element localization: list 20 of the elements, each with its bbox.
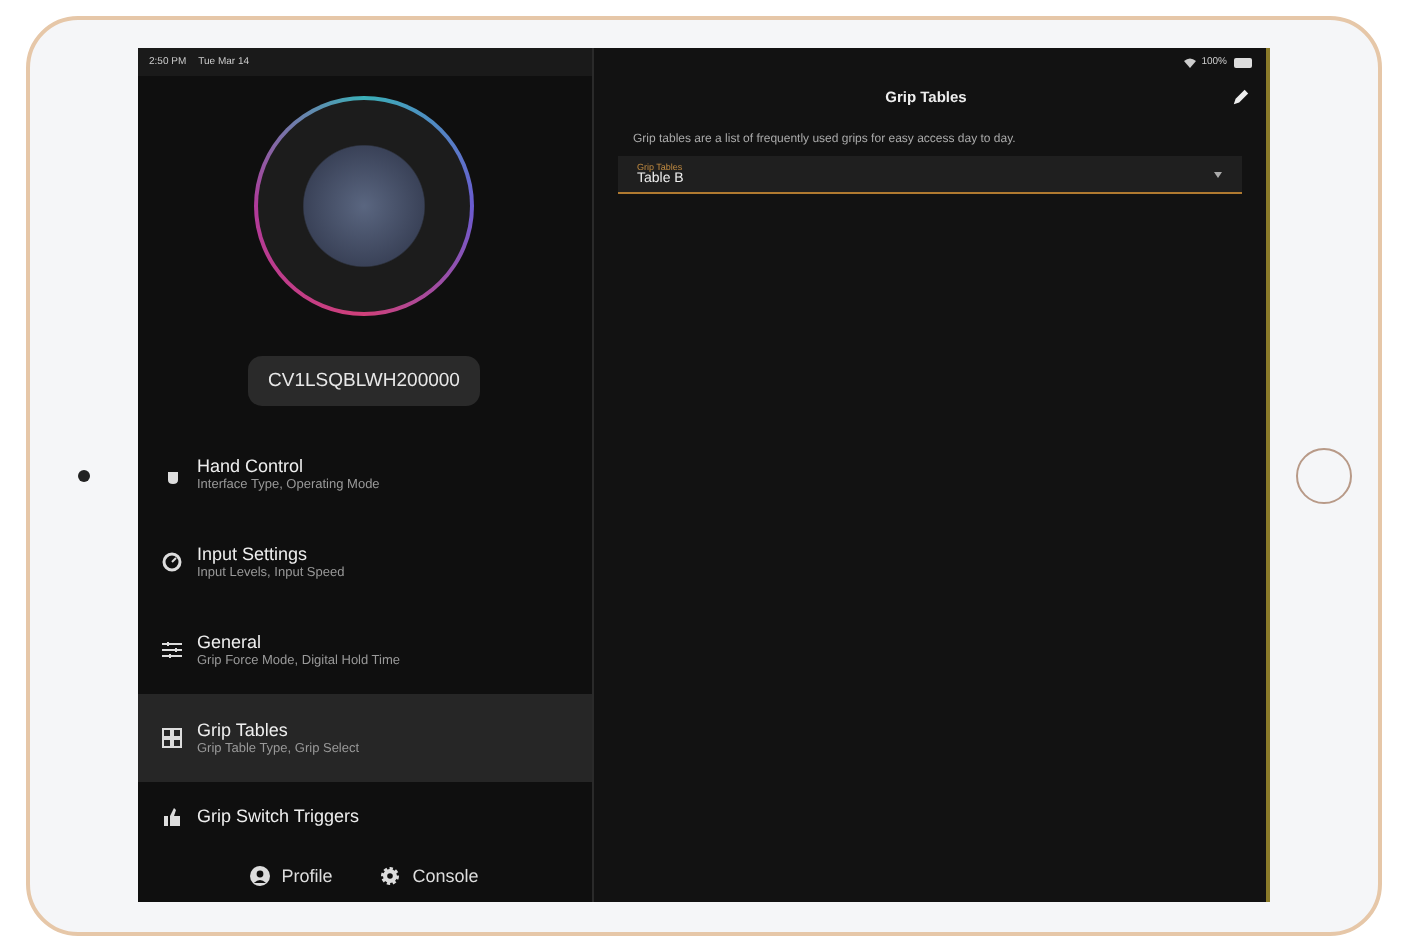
grid-icon xyxy=(161,728,181,748)
thumbs-up-icon xyxy=(161,806,181,826)
sliders-icon xyxy=(161,640,181,660)
gauge-icon xyxy=(161,552,181,572)
caret-icon xyxy=(1213,171,1221,177)
profile-icon xyxy=(249,866,270,886)
pencil-icon[interactable] xyxy=(1231,87,1249,105)
menu-item[interactable]: Grip Switch Triggers xyxy=(137,782,591,850)
menu-item-title: Grip Switch Triggers xyxy=(197,806,360,826)
menu-item-title: Input Settings xyxy=(197,544,310,564)
footer-link[interactable]: Profile xyxy=(249,866,333,886)
camera-dot xyxy=(77,469,89,481)
footer-link[interactable]: Console xyxy=(380,866,479,886)
battery-icon xyxy=(1233,57,1253,67)
device-serial[interactable]: CV1LSQBLWH200000 xyxy=(248,356,480,406)
settings-icon xyxy=(380,866,401,886)
menu-item-title: Grip Tables xyxy=(197,720,290,740)
menu-item-title: General xyxy=(197,632,264,652)
wifi-icon xyxy=(1183,57,1196,67)
menu-item-title: Hand Control xyxy=(197,456,306,476)
